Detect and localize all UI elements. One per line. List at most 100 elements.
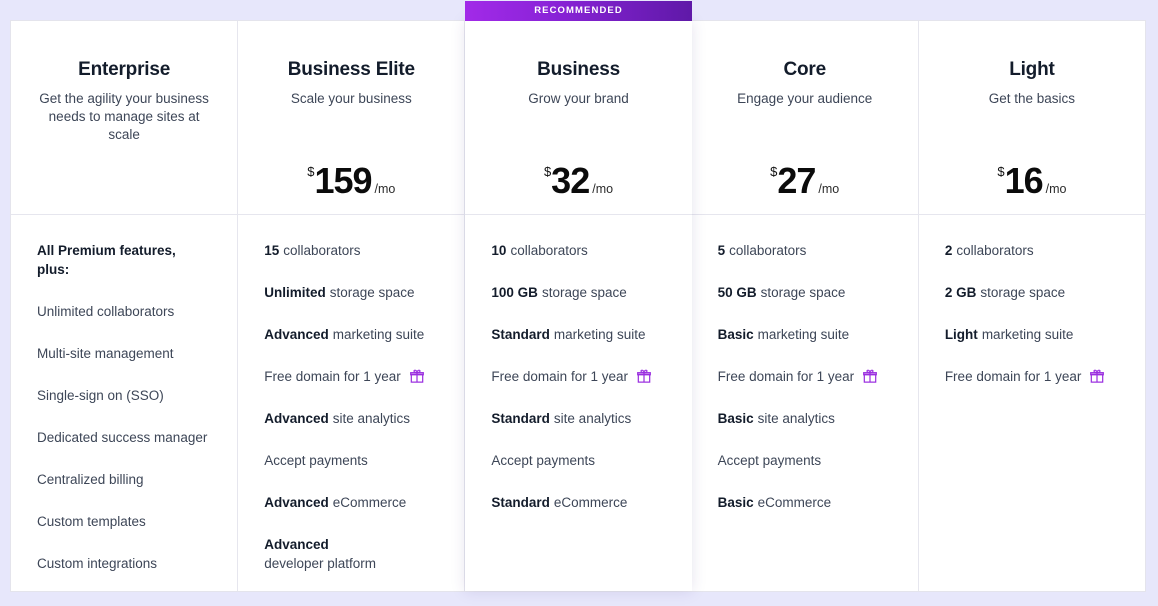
feature-item: 15 collaborators — [264, 241, 438, 260]
feature-label: storage space — [980, 285, 1066, 300]
price-currency: $ — [997, 164, 1005, 179]
gift-icon — [409, 369, 424, 383]
feature-label: Centralized billing — [37, 472, 144, 487]
feature-label: All Premium features, plus: — [37, 243, 176, 277]
plan-name: Core — [783, 59, 826, 80]
feature-highlight: 50 GB — [717, 285, 757, 300]
price-amount: 159 — [314, 160, 372, 201]
feature-highlight: Standard — [491, 495, 550, 510]
plan-feature-list-core: 5 collaborators 50 GB storage space Basic mar… — [692, 215, 918, 591]
feature-label: collaborators — [729, 243, 807, 258]
plan-price: $16/mo — [919, 160, 1145, 202]
feature-label: Accept payments — [491, 453, 595, 468]
feature-item: 10 collaborators — [491, 241, 665, 260]
feature-item: Centralized billing — [37, 470, 211, 489]
feature-item: Free domain for 1 year — [718, 367, 892, 386]
feature-item: 2 collaborators — [945, 241, 1119, 260]
feature-item: 5 collaborators — [718, 241, 892, 260]
plan-name: Business — [537, 59, 620, 80]
plan-column-light[interactable]: Light Get the basics $16/mo 2 collaborators 2… — [918, 21, 1146, 591]
feature-label: marketing suite — [553, 327, 646, 342]
feature-item: Advanced developer platform — [264, 535, 438, 573]
feature-label: developer platform — [264, 556, 377, 571]
feature-item: 2 GB storage space — [945, 283, 1119, 302]
plan-tagline: Get the basics — [988, 91, 1076, 106]
price-amount: 16 — [1004, 160, 1044, 201]
price-amount: 27 — [777, 160, 816, 201]
feature-label: site analytics — [757, 411, 835, 426]
plan-tagline: Engage your audience — [737, 91, 873, 106]
recommended-badge: RECOMMENDED — [465, 1, 692, 21]
feature-highlight: 5 — [717, 243, 726, 258]
feature-item: Accept payments — [491, 451, 665, 470]
feature-highlight: Unlimited — [264, 285, 326, 300]
feature-label: eCommerce — [757, 495, 832, 510]
feature-highlight: Advanced — [264, 495, 329, 510]
feature-highlight: Standard — [491, 411, 550, 426]
plan-tagline: Grow your brand — [528, 91, 629, 106]
feature-item: Accept payments — [718, 451, 892, 470]
feature-highlight: Basic — [717, 495, 754, 510]
feature-highlight: 15 — [264, 243, 280, 258]
feature-item: Custom templates — [37, 512, 211, 531]
feature-item: Unlimited collaborators — [37, 302, 211, 321]
plan-column-enterprise[interactable]: Enterprise Get the agility your business … — [11, 21, 239, 591]
feature-label: Accept payments — [717, 453, 822, 468]
feature-label: collaborators — [956, 243, 1034, 258]
price-period: /mo — [374, 182, 396, 196]
price-amount: 32 — [551, 160, 590, 201]
feature-item: Basic eCommerce — [718, 493, 892, 512]
price-period: /mo — [818, 182, 840, 196]
feature-item: Dedicated success manager — [37, 428, 211, 447]
feature-label: marketing suite — [757, 327, 850, 342]
feature-item: Advanced marketing suite — [264, 325, 438, 344]
feature-item: Accept payments — [264, 451, 438, 470]
feature-label: Free domain for 1 year — [717, 369, 855, 384]
plan-name: Enterprise — [78, 59, 171, 80]
feature-label: collaborators — [283, 243, 361, 258]
feature-item: Basic marketing suite — [718, 325, 892, 344]
plan-tagline: Get the agility your business needs to m… — [39, 91, 209, 142]
feature-item: Unlimited storage space — [264, 283, 438, 302]
feature-item: Free domain for 1 year — [264, 367, 438, 386]
feature-label: Accept payments — [264, 453, 368, 468]
feature-highlight: Advanced — [264, 327, 329, 342]
feature-item: Custom integrations — [37, 554, 211, 573]
feature-label: marketing suite — [981, 327, 1074, 342]
feature-highlight: Advanced — [264, 411, 329, 426]
feature-label: Dedicated success manager — [37, 430, 208, 445]
feature-highlight: Standard — [491, 327, 550, 342]
feature-item: Advanced eCommerce — [264, 493, 438, 512]
feature-item: Advanced site analytics — [264, 409, 438, 428]
feature-label: storage space — [760, 285, 846, 300]
feature-label: storage space — [541, 285, 627, 300]
feature-item: Multi-site management — [37, 344, 211, 363]
feature-item: Standard site analytics — [491, 409, 665, 428]
feature-highlight: 2 — [944, 243, 953, 258]
feature-label: Single-sign on (SSO) — [37, 388, 164, 403]
feature-label: eCommerce — [553, 495, 628, 510]
recommended-badge-slot: RECOMMENDED — [465, 1, 692, 21]
plan-tagline: Scale your business — [290, 91, 412, 106]
feature-item: Light marketing suite — [945, 325, 1119, 344]
gift-icon — [637, 369, 651, 383]
feature-item: Free domain for 1 year — [945, 367, 1119, 386]
plan-feature-list-light: 2 collaborators 2 GB storage space Light mark… — [919, 215, 1145, 591]
plan-column-business-elite[interactable]: Business Elite Scale your business $159/mo… — [238, 21, 466, 591]
plan-header-enterprise: Enterprise Get the agility your business … — [11, 21, 237, 214]
feature-item: Free domain for 1 year — [491, 367, 665, 386]
feature-highlight: 100 GB — [491, 285, 538, 300]
feature-label: Free domain for 1 year — [944, 369, 1082, 384]
pricing-plans-card: Enterprise Get the agility your business … — [10, 1, 1146, 592]
price-period: /mo — [1045, 182, 1067, 196]
plan-price: $27/mo — [692, 160, 918, 202]
feature-highlight: Advanced — [264, 537, 329, 552]
feature-item: 50 GB storage space — [718, 283, 892, 302]
gift-icon — [863, 369, 878, 383]
gift-icon — [1090, 369, 1105, 383]
plan-column-core[interactable]: Core Engage your audience $27/mo 5 collabora… — [691, 21, 919, 591]
plan-price: $159/mo — [238, 160, 464, 202]
feature-highlight: Basic — [717, 327, 754, 342]
plan-column-business[interactable]: RECOMMENDED Business Grow your brand $32/mo… — [465, 1, 692, 591]
feature-label: eCommerce — [332, 495, 407, 510]
